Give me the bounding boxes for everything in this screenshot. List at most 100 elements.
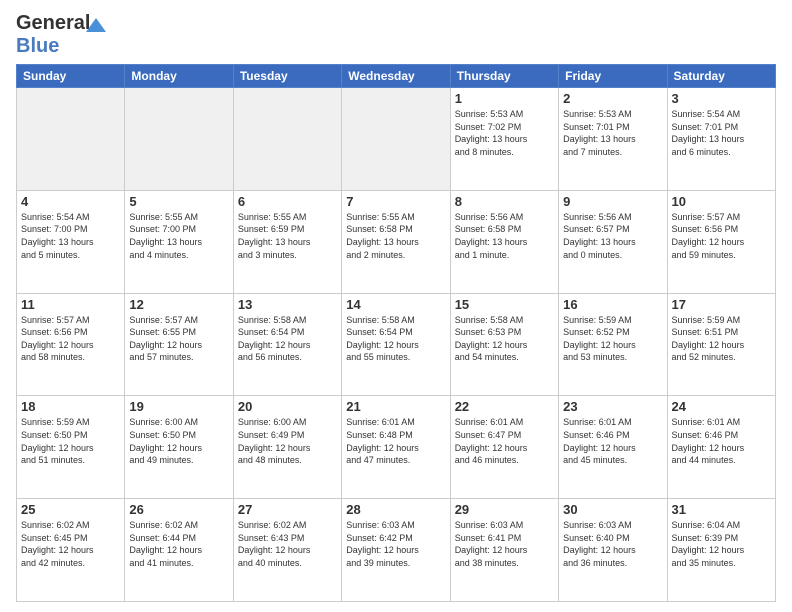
calendar-cell: 28 Sunrise: 6:03 AM Sunset: 6:42 PM Dayli…	[342, 499, 450, 602]
calendar-week-3: 18 Sunrise: 5:59 AM Sunset: 6:50 PM Dayli…	[17, 396, 776, 499]
calendar-cell: 2Sunrise: 5:53 AM Sunset: 7:01 PM Daylig…	[559, 88, 667, 191]
calendar-body: 1Sunrise: 5:53 AM Sunset: 7:02 PM Daylig…	[17, 88, 776, 602]
calendar-cell: 29Sunrise: 6:03 AM Sunset: 6:41 PM Dayli…	[450, 499, 558, 602]
day-number: 9	[563, 194, 662, 209]
header: General Blue	[16, 12, 776, 58]
calendar-cell: 6Sunrise: 5:55 AM Sunset: 6:59 PM Daylig…	[233, 190, 341, 293]
calendar-cell: 5 Sunrise: 5:55 AM Sunset: 7:00 PM Daylig…	[125, 190, 233, 293]
day-info: Sunrise: 6:03 AM Sunset: 6:40 PM Dayligh…	[563, 519, 662, 569]
page: General Blue SundayMondayTuesdayWednesda…	[0, 0, 792, 612]
day-number: 16	[563, 297, 662, 312]
header-row: SundayMondayTuesdayWednesdayThursdayFrid…	[17, 65, 776, 88]
day-number: 3	[672, 91, 771, 106]
day-info: Sunrise: 6:04 AM Sunset: 6:39 PM Dayligh…	[672, 519, 771, 569]
day-number: 5	[129, 194, 228, 209]
logo-triangle-icon	[86, 18, 106, 32]
calendar-cell	[342, 88, 450, 191]
calendar-cell: 10 Sunrise: 5:57 AM Sunset: 6:56 PM Dayli…	[667, 190, 775, 293]
day-info: Sunrise: 5:55 AM Sunset: 7:00 PM Dayligh…	[129, 211, 228, 261]
calendar-cell: 7 Sunrise: 5:55 AM Sunset: 6:58 PM Daylig…	[342, 190, 450, 293]
day-info: Sunrise: 6:03 AM Sunset: 6:42 PM Dayligh…	[346, 519, 445, 569]
day-info: Sunrise: 5:59 AM Sunset: 6:51 PM Dayligh…	[672, 314, 771, 364]
day-info: Sunrise: 5:58 AM Sunset: 6:54 PM Dayligh…	[238, 314, 337, 364]
calendar-cell: 3 Sunrise: 5:54 AM Sunset: 7:01 PM Daylig…	[667, 88, 775, 191]
day-number: 28	[346, 502, 445, 517]
day-info: Sunrise: 5:59 AM Sunset: 6:52 PM Dayligh…	[563, 314, 662, 364]
day-number: 6	[238, 194, 337, 209]
calendar-cell: 22Sunrise: 6:01 AM Sunset: 6:47 PM Dayli…	[450, 396, 558, 499]
calendar-cell	[125, 88, 233, 191]
calendar-header: SundayMondayTuesdayWednesdayThursdayFrid…	[17, 65, 776, 88]
calendar-cell: 17 Sunrise: 5:59 AM Sunset: 6:51 PM Dayli…	[667, 293, 775, 396]
day-info: Sunrise: 6:01 AM Sunset: 6:46 PM Dayligh…	[672, 416, 771, 466]
day-info: Sunrise: 5:58 AM Sunset: 6:53 PM Dayligh…	[455, 314, 554, 364]
logo: General Blue	[16, 12, 90, 58]
calendar-week-1: 4 Sunrise: 5:54 AM Sunset: 7:00 PM Daylig…	[17, 190, 776, 293]
day-info: Sunrise: 5:59 AM Sunset: 6:50 PM Dayligh…	[21, 416, 120, 466]
calendar-cell: 4 Sunrise: 5:54 AM Sunset: 7:00 PM Daylig…	[17, 190, 125, 293]
day-number: 21	[346, 399, 445, 414]
day-info: Sunrise: 6:01 AM Sunset: 6:48 PM Dayligh…	[346, 416, 445, 466]
calendar-cell: 19Sunrise: 6:00 AM Sunset: 6:50 PM Dayli…	[125, 396, 233, 499]
day-info: Sunrise: 6:01 AM Sunset: 6:46 PM Dayligh…	[563, 416, 662, 466]
day-number: 31	[672, 502, 771, 517]
day-info: Sunrise: 5:57 AM Sunset: 6:55 PM Dayligh…	[129, 314, 228, 364]
calendar-cell: 8 Sunrise: 5:56 AM Sunset: 6:58 PM Daylig…	[450, 190, 558, 293]
day-info: Sunrise: 5:56 AM Sunset: 6:58 PM Dayligh…	[455, 211, 554, 261]
day-info: Sunrise: 6:00 AM Sunset: 6:50 PM Dayligh…	[129, 416, 228, 466]
day-number: 15	[455, 297, 554, 312]
day-number: 25	[21, 502, 120, 517]
day-info: Sunrise: 5:56 AM Sunset: 6:57 PM Dayligh…	[563, 211, 662, 261]
calendar-cell: 27Sunrise: 6:02 AM Sunset: 6:43 PM Dayli…	[233, 499, 341, 602]
day-info: Sunrise: 5:54 AM Sunset: 7:00 PM Dayligh…	[21, 211, 120, 261]
calendar-week-0: 1Sunrise: 5:53 AM Sunset: 7:02 PM Daylig…	[17, 88, 776, 191]
calendar-cell: 12Sunrise: 5:57 AM Sunset: 6:55 PM Dayli…	[125, 293, 233, 396]
day-number: 8	[455, 194, 554, 209]
day-number: 24	[672, 399, 771, 414]
day-header-saturday: Saturday	[667, 65, 775, 88]
day-info: Sunrise: 6:01 AM Sunset: 6:47 PM Dayligh…	[455, 416, 554, 466]
calendar-week-4: 25Sunrise: 6:02 AM Sunset: 6:45 PM Dayli…	[17, 499, 776, 602]
day-info: Sunrise: 5:58 AM Sunset: 6:54 PM Dayligh…	[346, 314, 445, 364]
day-number: 1	[455, 91, 554, 106]
day-info: Sunrise: 5:54 AM Sunset: 7:01 PM Dayligh…	[672, 108, 771, 158]
day-number: 14	[346, 297, 445, 312]
calendar-cell: 30 Sunrise: 6:03 AM Sunset: 6:40 PM Dayli…	[559, 499, 667, 602]
day-number: 30	[563, 502, 662, 517]
calendar-cell: 23 Sunrise: 6:01 AM Sunset: 6:46 PM Dayli…	[559, 396, 667, 499]
day-info: Sunrise: 6:03 AM Sunset: 6:41 PM Dayligh…	[455, 519, 554, 569]
calendar-cell: 21 Sunrise: 6:01 AM Sunset: 6:48 PM Dayli…	[342, 396, 450, 499]
calendar-cell: 20Sunrise: 6:00 AM Sunset: 6:49 PM Dayli…	[233, 396, 341, 499]
day-header-tuesday: Tuesday	[233, 65, 341, 88]
calendar-cell: 26Sunrise: 6:02 AM Sunset: 6:44 PM Dayli…	[125, 499, 233, 602]
day-number: 10	[672, 194, 771, 209]
day-number: 18	[21, 399, 120, 414]
day-number: 2	[563, 91, 662, 106]
day-number: 4	[21, 194, 120, 209]
day-header-sunday: Sunday	[17, 65, 125, 88]
day-number: 7	[346, 194, 445, 209]
calendar-cell: 9 Sunrise: 5:56 AM Sunset: 6:57 PM Daylig…	[559, 190, 667, 293]
calendar-cell: 18 Sunrise: 5:59 AM Sunset: 6:50 PM Dayli…	[17, 396, 125, 499]
calendar-cell: 25Sunrise: 6:02 AM Sunset: 6:45 PM Dayli…	[17, 499, 125, 602]
calendar-week-2: 11Sunrise: 5:57 AM Sunset: 6:56 PM Dayli…	[17, 293, 776, 396]
calendar-cell	[233, 88, 341, 191]
calendar-table: SundayMondayTuesdayWednesdayThursdayFrid…	[16, 64, 776, 602]
day-number: 27	[238, 502, 337, 517]
day-number: 26	[129, 502, 228, 517]
calendar-cell: 15 Sunrise: 5:58 AM Sunset: 6:53 PM Dayli…	[450, 293, 558, 396]
day-info: Sunrise: 5:57 AM Sunset: 6:56 PM Dayligh…	[672, 211, 771, 261]
calendar-cell	[17, 88, 125, 191]
day-header-friday: Friday	[559, 65, 667, 88]
day-header-thursday: Thursday	[450, 65, 558, 88]
day-info: Sunrise: 5:57 AM Sunset: 6:56 PM Dayligh…	[21, 314, 120, 364]
logo-blue: Blue	[16, 35, 59, 58]
day-header-wednesday: Wednesday	[342, 65, 450, 88]
day-info: Sunrise: 6:00 AM Sunset: 6:49 PM Dayligh…	[238, 416, 337, 466]
day-number: 17	[672, 297, 771, 312]
day-number: 23	[563, 399, 662, 414]
calendar-cell: 13Sunrise: 5:58 AM Sunset: 6:54 PM Dayli…	[233, 293, 341, 396]
calendar-cell: 14 Sunrise: 5:58 AM Sunset: 6:54 PM Dayli…	[342, 293, 450, 396]
day-info: Sunrise: 5:55 AM Sunset: 6:58 PM Dayligh…	[346, 211, 445, 261]
calendar-cell: 24 Sunrise: 6:01 AM Sunset: 6:46 PM Dayli…	[667, 396, 775, 499]
